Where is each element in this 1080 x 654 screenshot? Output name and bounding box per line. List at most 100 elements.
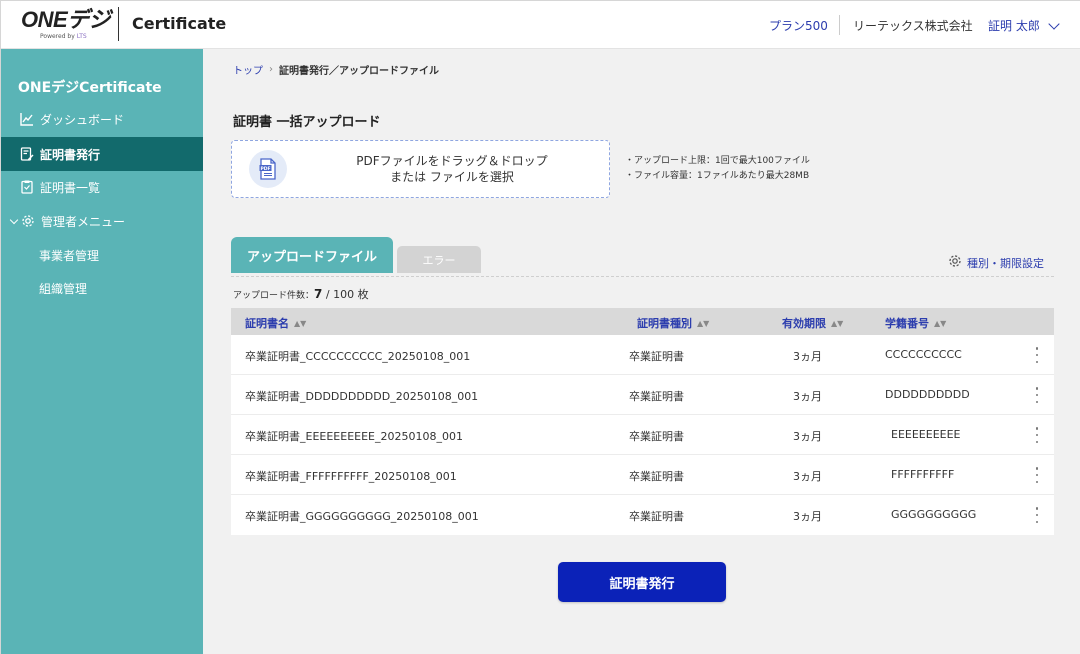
pdf-icon-label: PDF: [260, 166, 270, 172]
user-menu[interactable]: 証明 太郎: [988, 17, 1060, 34]
sidebar-item-business-management[interactable]: 事業者管理: [1, 238, 203, 272]
dropzone-select-file[interactable]: または ファイルを選択: [312, 169, 592, 185]
user-name: 証明 太郎: [988, 19, 1040, 33]
sidebar: ONEデジCertificate ダッシュボード 証明書発行 証明書一覧 管理者…: [1, 49, 203, 654]
cell-student-id: DDDDDDDDDD: [885, 388, 970, 401]
sidebar-item-label: ダッシュボード: [40, 112, 125, 127]
chart-icon: [20, 112, 34, 126]
plan-link[interactable]: プラン500: [769, 17, 828, 34]
sidebar-item-label: 証明書一覧: [40, 180, 101, 195]
logo-powered-text: Powered by: [40, 33, 75, 40]
upload-note: ・ファイル容量：1ファイルあたり最大28MB: [625, 171, 810, 181]
sidebar-item-certificate-issue[interactable]: 証明書発行: [1, 137, 203, 171]
logo-brand-text: LTS: [76, 33, 87, 40]
table-header: 証明書名 ▲▼ 証明書種別 ▲▼ 有効期限 ▲▼ 学籍番号 ▲▼: [231, 308, 1054, 335]
cell-expiry: 3ヵ月: [793, 350, 822, 363]
pdf-file-icon: PDF: [249, 150, 287, 188]
cell-certificate-type: 卒業証明書: [629, 430, 684, 443]
type-expiry-settings-link[interactable]: 種別・期限設定: [948, 254, 1044, 271]
sort-icon: ▲▼: [294, 318, 307, 328]
breadcrumb: トップ › 証明書発行／アップロードファイル: [233, 62, 439, 77]
upload-notes: ・アップロード上限：1回で最大100ファイル ・ファイル容量：1ファイルあたり最…: [625, 154, 810, 184]
sort-icon: ▲▼: [697, 318, 710, 328]
document-list-icon: [20, 180, 34, 194]
cell-certificate-type: 卒業証明書: [629, 470, 684, 483]
sidebar-item-label: 証明書発行: [40, 147, 101, 162]
sidebar-item-organization-management[interactable]: 組織管理: [1, 271, 203, 305]
cell-certificate-type: 卒業証明書: [629, 390, 684, 403]
dropzone-line1: PDFファイルをドラッグ＆ドロップ: [356, 154, 548, 168]
main-content: トップ › 証明書発行／アップロードファイル 証明書 一括アップロード PDF …: [203, 49, 1080, 654]
upload-count-label: アップロード件数：: [233, 291, 315, 301]
upload-count: アップロード件数：7 / 100 枚: [233, 286, 369, 302]
more-options-icon[interactable]: [1035, 507, 1039, 523]
table-row[interactable]: 卒業証明書_FFFFFFFFFF_20250108_001 卒業証明書 3ヵ月 …: [231, 455, 1054, 495]
cell-expiry: 3ヵ月: [793, 470, 822, 483]
table-row[interactable]: 卒業証明書_CCCCCCCCCC_20250108_001 卒業証明書 3ヵ月 …: [231, 335, 1054, 375]
column-header-expiry[interactable]: 有効期限 ▲▼: [782, 315, 843, 331]
cell-certificate-name: 卒業証明書_CCCCCCCCCC_20250108_001: [245, 350, 471, 363]
app-window: ONEデジ Powered by LTS Certificate プラン500 …: [0, 0, 1080, 654]
brand-logo[interactable]: ONEデジ Powered by LTS: [21, 9, 111, 41]
column-header-label: 証明書名: [245, 317, 289, 330]
upload-file-table: 証明書名 ▲▼ 証明書種別 ▲▼ 有効期限 ▲▼ 学籍番号 ▲▼ 卒業証明書_C…: [231, 308, 1054, 535]
top-header: ONEデジ Powered by LTS Certificate プラン500 …: [1, 1, 1080, 49]
header-divider: [118, 7, 119, 41]
file-dropzone[interactable]: PDF PDFファイルをドラッグ＆ドロップ または ファイルを選択: [231, 140, 610, 198]
tab-upload-files[interactable]: アップロードファイル: [231, 237, 393, 273]
sidebar-item-label: 組織管理: [39, 281, 88, 296]
gear-icon: [21, 214, 35, 228]
cell-certificate-type: 卒業証明書: [629, 350, 684, 363]
tab-errors[interactable]: エラー: [397, 246, 481, 273]
column-header-certificate-type[interactable]: 証明書種別 ▲▼: [637, 315, 709, 331]
table-row[interactable]: 卒業証明書_EEEEEEEEEE_20250108_001 卒業証明書 3ヵ月 …: [231, 415, 1054, 455]
company-name: リーテックス株式会社: [853, 19, 973, 33]
chevron-down-icon: [1048, 17, 1060, 30]
sidebar-item-label: 事業者管理: [39, 248, 100, 263]
chevron-down-icon: [9, 215, 19, 224]
more-options-icon[interactable]: [1035, 347, 1039, 363]
settings-link-label: 種別・期限設定: [967, 256, 1044, 270]
dropzone-text: PDFファイルをドラッグ＆ドロップ または ファイルを選択: [312, 153, 592, 185]
cell-expiry: 3ヵ月: [793, 430, 822, 443]
cell-student-id: CCCCCCCCCC: [885, 348, 962, 361]
app-title: Certificate: [132, 14, 227, 33]
column-header-certificate-name[interactable]: 証明書名 ▲▼: [245, 315, 306, 331]
sort-icon: ▲▼: [934, 318, 947, 328]
sidebar-title: ONEデジCertificate: [18, 80, 162, 96]
more-options-icon[interactable]: [1035, 467, 1039, 483]
upload-count-total: / 100 枚: [322, 288, 369, 301]
cell-certificate-name: 卒業証明書_EEEEEEEEEE_20250108_001: [245, 430, 463, 443]
sort-icon: ▲▼: [831, 318, 844, 328]
logo-powered-by: Powered by LTS: [40, 33, 87, 40]
header-separator: [839, 15, 840, 35]
page-title: 証明書 一括アップロード: [233, 115, 381, 130]
gear-icon: [948, 254, 962, 271]
cell-student-id: EEEEEEEEEE: [891, 428, 961, 441]
breadcrumb-top-link[interactable]: トップ: [233, 62, 263, 77]
sidebar-item-certificate-list[interactable]: 証明書一覧: [1, 170, 203, 204]
cell-certificate-name: 卒業証明書_FFFFFFFFFF_20250108_001: [245, 470, 457, 483]
cell-expiry: 3ヵ月: [793, 510, 822, 523]
more-options-icon[interactable]: [1035, 387, 1039, 403]
column-header-student-id[interactable]: 学籍番号 ▲▼: [885, 315, 946, 331]
document-edit-icon: [20, 147, 34, 161]
cell-expiry: 3ヵ月: [793, 390, 822, 403]
logo-text: ONEデジ: [21, 7, 111, 32]
table-row[interactable]: 卒業証明書_GGGGGGGGGG_20250108_001 卒業証明書 3ヵ月 …: [231, 495, 1054, 535]
sidebar-item-dashboard[interactable]: ダッシュボード: [1, 102, 203, 136]
cell-student-id: FFFFFFFFFF: [891, 468, 955, 481]
cell-certificate-name: 卒業証明書_DDDDDDDDDD_20250108_001: [245, 390, 479, 403]
upload-note: ・アップロード上限：1回で最大100ファイル: [625, 156, 810, 166]
column-header-label: 有効期限: [782, 317, 826, 330]
sidebar-item-admin-menu[interactable]: 管理者メニュー: [1, 204, 203, 238]
column-header-label: 学籍番号: [885, 317, 929, 330]
more-options-icon[interactable]: [1035, 427, 1039, 443]
cell-certificate-type: 卒業証明書: [629, 510, 684, 523]
sidebar-item-label: 管理者メニュー: [41, 214, 126, 229]
cell-certificate-name: 卒業証明書_GGGGGGGGGG_20250108_001: [245, 510, 479, 523]
column-header-label: 証明書種別: [637, 317, 692, 330]
table-row[interactable]: 卒業証明書_DDDDDDDDDD_20250108_001 卒業証明書 3ヵ月 …: [231, 375, 1054, 415]
issue-certificate-button[interactable]: 証明書発行: [558, 562, 726, 602]
tab-divider: [231, 276, 1054, 277]
